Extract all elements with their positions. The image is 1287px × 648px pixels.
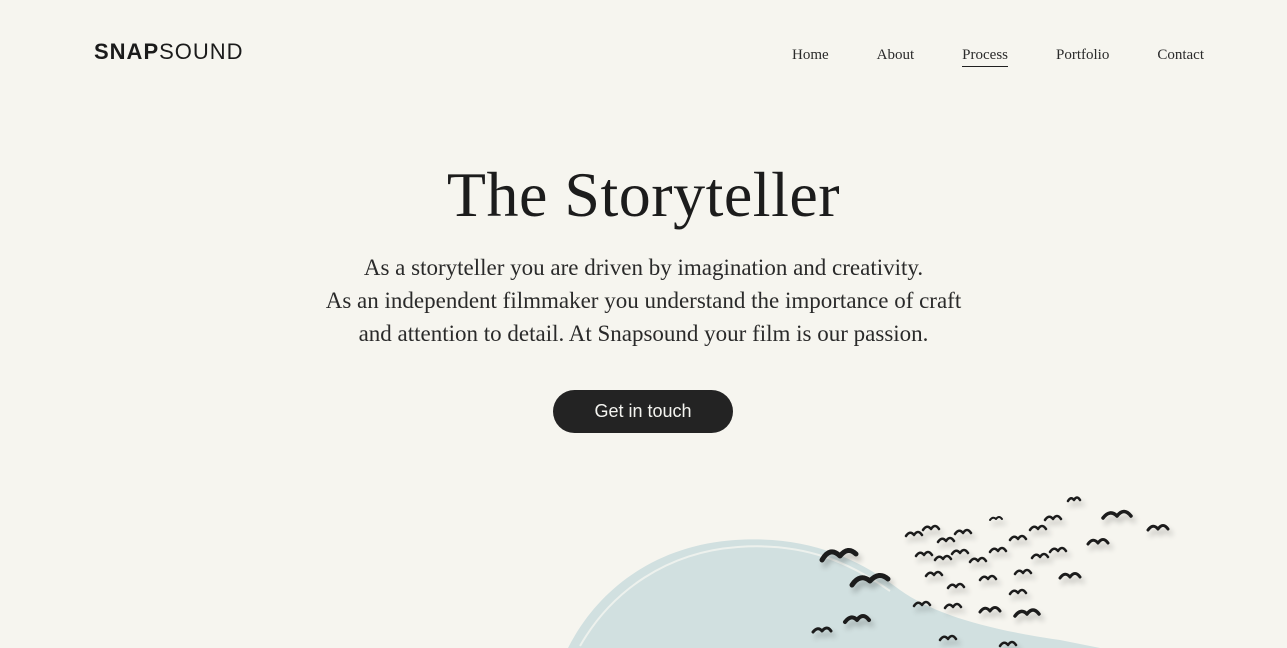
hero-description-line-2: As an independent filmmaker you understa… bbox=[325, 288, 962, 313]
hero-section: The Storyteller As a storyteller you are… bbox=[0, 155, 1287, 350]
nav-item-about[interactable]: About bbox=[877, 45, 915, 67]
nav-item-contact[interactable]: Contact bbox=[1157, 45, 1204, 67]
nav-item-process[interactable]: Process bbox=[962, 45, 1008, 67]
hero-description: As a storyteller you are driven by imagi… bbox=[294, 251, 994, 350]
bird-23 bbox=[1043, 514, 1063, 522]
bird-30 bbox=[1086, 538, 1110, 546]
bird-22 bbox=[1028, 524, 1048, 532]
bird-5 bbox=[904, 530, 924, 538]
hero-title: The Storyteller bbox=[446, 159, 841, 230]
brand-logo[interactable]: SNAPSOUND bbox=[94, 40, 244, 64]
bird-9 bbox=[914, 550, 934, 558]
bird-31 bbox=[1101, 509, 1133, 520]
hill-shape bbox=[568, 539, 1100, 648]
hero-description-line-1: As a storyteller you are driven by imagi… bbox=[363, 255, 924, 280]
bird-14 bbox=[946, 582, 966, 590]
bird-28 bbox=[1048, 546, 1068, 554]
site-header: SNAPSOUND Home About Process Portfolio C… bbox=[0, 0, 1287, 100]
nav-item-portfolio[interactable]: Portfolio bbox=[1056, 45, 1109, 67]
bird-29 bbox=[1058, 572, 1082, 580]
bird-24 bbox=[1066, 496, 1082, 503]
bird-13 bbox=[924, 570, 944, 578]
bird-7 bbox=[936, 536, 956, 544]
main-nav: Home About Process Portfolio Contact bbox=[744, 45, 1204, 67]
bird-20 bbox=[989, 516, 1003, 521]
bird-10 bbox=[933, 554, 953, 562]
birds-over-hill-illustration bbox=[568, 496, 1170, 648]
get-in-touch-button[interactable]: Get in touch bbox=[553, 390, 733, 433]
hero-description-line-3: and attention to detail. At Snapsound yo… bbox=[358, 321, 929, 346]
bird-27 bbox=[1030, 552, 1050, 560]
bird-25 bbox=[988, 546, 1008, 554]
bird-15 bbox=[978, 574, 998, 582]
bird-18 bbox=[978, 606, 1002, 614]
brand-logo-part2: SOUND bbox=[159, 39, 244, 64]
bird-11 bbox=[950, 548, 970, 556]
brand-logo-part1: SNAP bbox=[94, 39, 160, 64]
bird-6 bbox=[921, 524, 941, 532]
bird-12 bbox=[968, 556, 988, 564]
bird-17 bbox=[943, 602, 963, 610]
bird-21 bbox=[1008, 534, 1028, 542]
nav-item-home[interactable]: Home bbox=[792, 45, 829, 67]
bird-26 bbox=[1013, 568, 1033, 576]
bird-32 bbox=[1146, 524, 1170, 532]
bird-8 bbox=[953, 528, 973, 536]
bird-33 bbox=[1008, 588, 1028, 596]
bird-19 bbox=[1013, 608, 1041, 618]
